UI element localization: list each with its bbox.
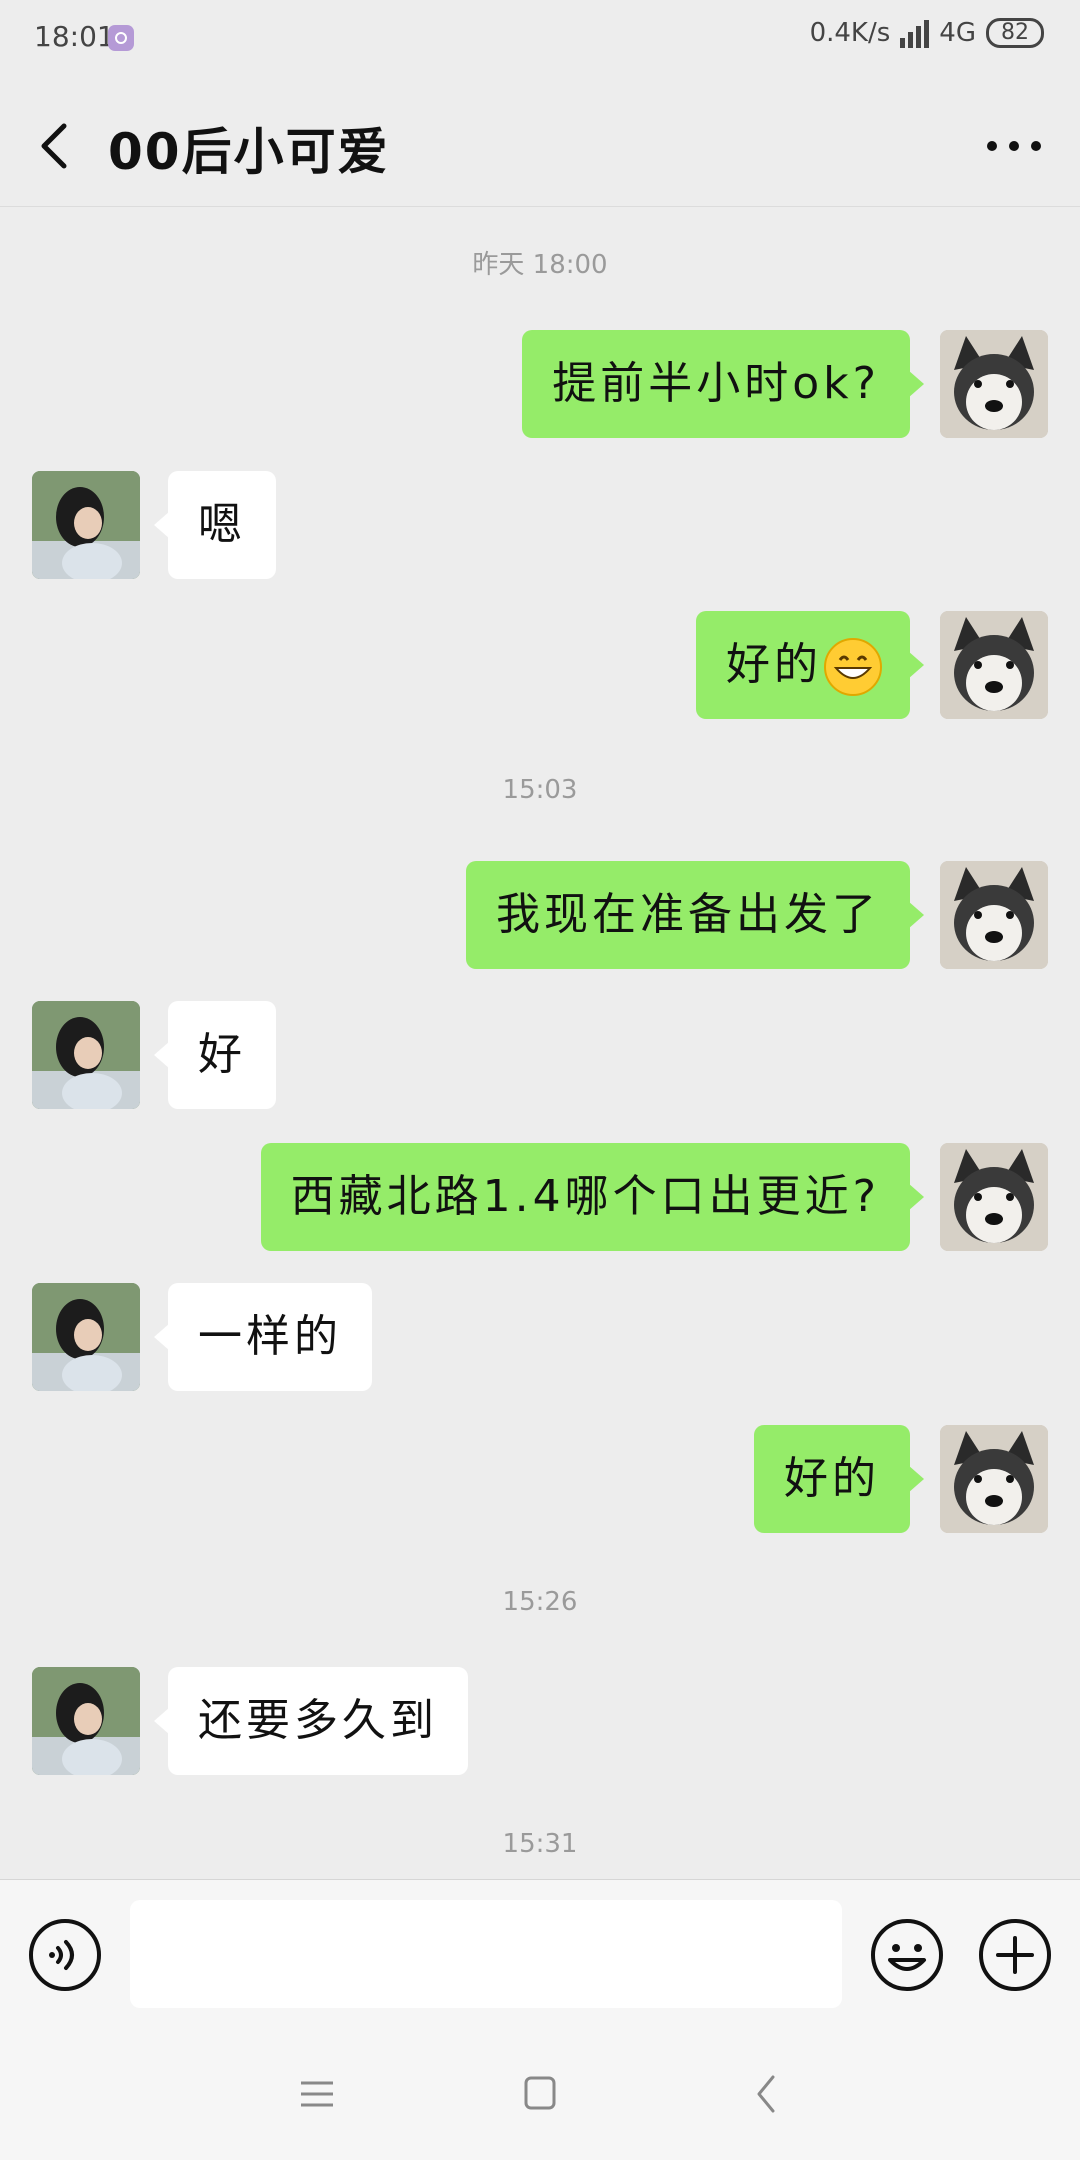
grinning-face-icon bbox=[824, 638, 882, 696]
message-input[interactable] bbox=[130, 1900, 842, 2008]
my-avatar[interactable] bbox=[940, 861, 1048, 969]
my-avatar[interactable] bbox=[940, 1143, 1048, 1251]
nav-menu-button[interactable] bbox=[287, 2069, 347, 2119]
message-bubble-incoming[interactable]: 好 bbox=[154, 1001, 276, 1109]
more-button[interactable] bbox=[984, 126, 1044, 166]
girl-photo-avatar bbox=[32, 1283, 140, 1391]
status-bar: 18:01 0.4K/s 4G 82 bbox=[0, 0, 1080, 76]
app-notification-icon bbox=[108, 25, 134, 51]
message-timestamp: 15:31 bbox=[502, 1829, 578, 1859]
input-bar bbox=[0, 1879, 1080, 2030]
home-square-icon bbox=[524, 2076, 556, 2110]
status-time: 18:01 bbox=[34, 20, 115, 53]
message-bubble-incoming[interactable]: 一样的 bbox=[154, 1283, 372, 1391]
message-bubble-outgoing[interactable]: 提前半小时ok? bbox=[522, 330, 924, 438]
chevron-left-icon bbox=[41, 123, 67, 169]
status-right: 0.4K/s 4G 82 bbox=[810, 18, 1044, 48]
message-bubble-incoming[interactable]: 嗯 bbox=[154, 471, 276, 579]
my-avatar[interactable] bbox=[940, 330, 1048, 438]
menu-icon bbox=[301, 2081, 333, 2107]
message-timestamp: 15:03 bbox=[502, 775, 578, 805]
more-functions-button[interactable] bbox=[978, 1918, 1052, 1992]
nav-back-button[interactable] bbox=[737, 2069, 797, 2119]
back-chevron-icon bbox=[757, 2075, 775, 2113]
my-avatar[interactable] bbox=[940, 611, 1048, 719]
contact-avatar[interactable] bbox=[32, 471, 140, 579]
husky-dog-avatar bbox=[940, 861, 1048, 969]
husky-dog-avatar bbox=[940, 611, 1048, 719]
chat-area[interactable]: 昨天 18:00 提前半小时ok? 嗯 好的 15:03 我现在准备出发了 好 … bbox=[0, 207, 1080, 1879]
husky-dog-avatar bbox=[940, 1425, 1048, 1533]
message-text: 好的 bbox=[726, 639, 822, 690]
message-bubble-outgoing[interactable]: 好的 bbox=[696, 611, 924, 719]
message-bubble-outgoing[interactable]: 我现在准备出发了 bbox=[466, 861, 924, 969]
network-type: 4G bbox=[939, 18, 976, 48]
message-bubble-incoming[interactable]: 还要多久到 bbox=[154, 1667, 468, 1775]
girl-photo-avatar bbox=[32, 1667, 140, 1775]
husky-dog-avatar bbox=[940, 330, 1048, 438]
back-button[interactable] bbox=[30, 116, 80, 176]
message-timestamp: 昨天 18:00 bbox=[472, 250, 608, 280]
message-bubble-outgoing[interactable]: 西藏北路1.4哪个口出更近? bbox=[260, 1143, 925, 1251]
battery-icon: 82 bbox=[986, 18, 1044, 48]
contact-avatar[interactable] bbox=[32, 1283, 140, 1391]
plus-circle-icon bbox=[979, 1919, 1051, 1991]
message-timestamp: 15:26 bbox=[502, 1587, 578, 1617]
husky-dog-avatar bbox=[940, 1143, 1048, 1251]
girl-photo-avatar bbox=[32, 471, 140, 579]
nav-home-button[interactable] bbox=[510, 2069, 570, 2119]
contact-avatar[interactable] bbox=[32, 1667, 140, 1775]
signal-icon bbox=[900, 18, 930, 48]
voice-icon bbox=[29, 1919, 101, 1991]
smiley-icon bbox=[871, 1919, 943, 1991]
chat-header: 00后小可爱 bbox=[0, 76, 1080, 207]
message-bubble-outgoing[interactable]: 好的 bbox=[754, 1425, 924, 1533]
my-avatar[interactable] bbox=[940, 1425, 1048, 1533]
girl-photo-avatar bbox=[32, 1001, 140, 1109]
network-speed: 0.4K/s bbox=[809, 18, 891, 48]
contact-avatar[interactable] bbox=[32, 1001, 140, 1109]
emoji-button[interactable] bbox=[870, 1918, 944, 1992]
more-dots-icon bbox=[987, 141, 1041, 151]
system-nav-bar bbox=[0, 2029, 1080, 2160]
chat-title: 00后小可爱 bbox=[108, 123, 390, 181]
voice-button[interactable] bbox=[28, 1918, 102, 1992]
